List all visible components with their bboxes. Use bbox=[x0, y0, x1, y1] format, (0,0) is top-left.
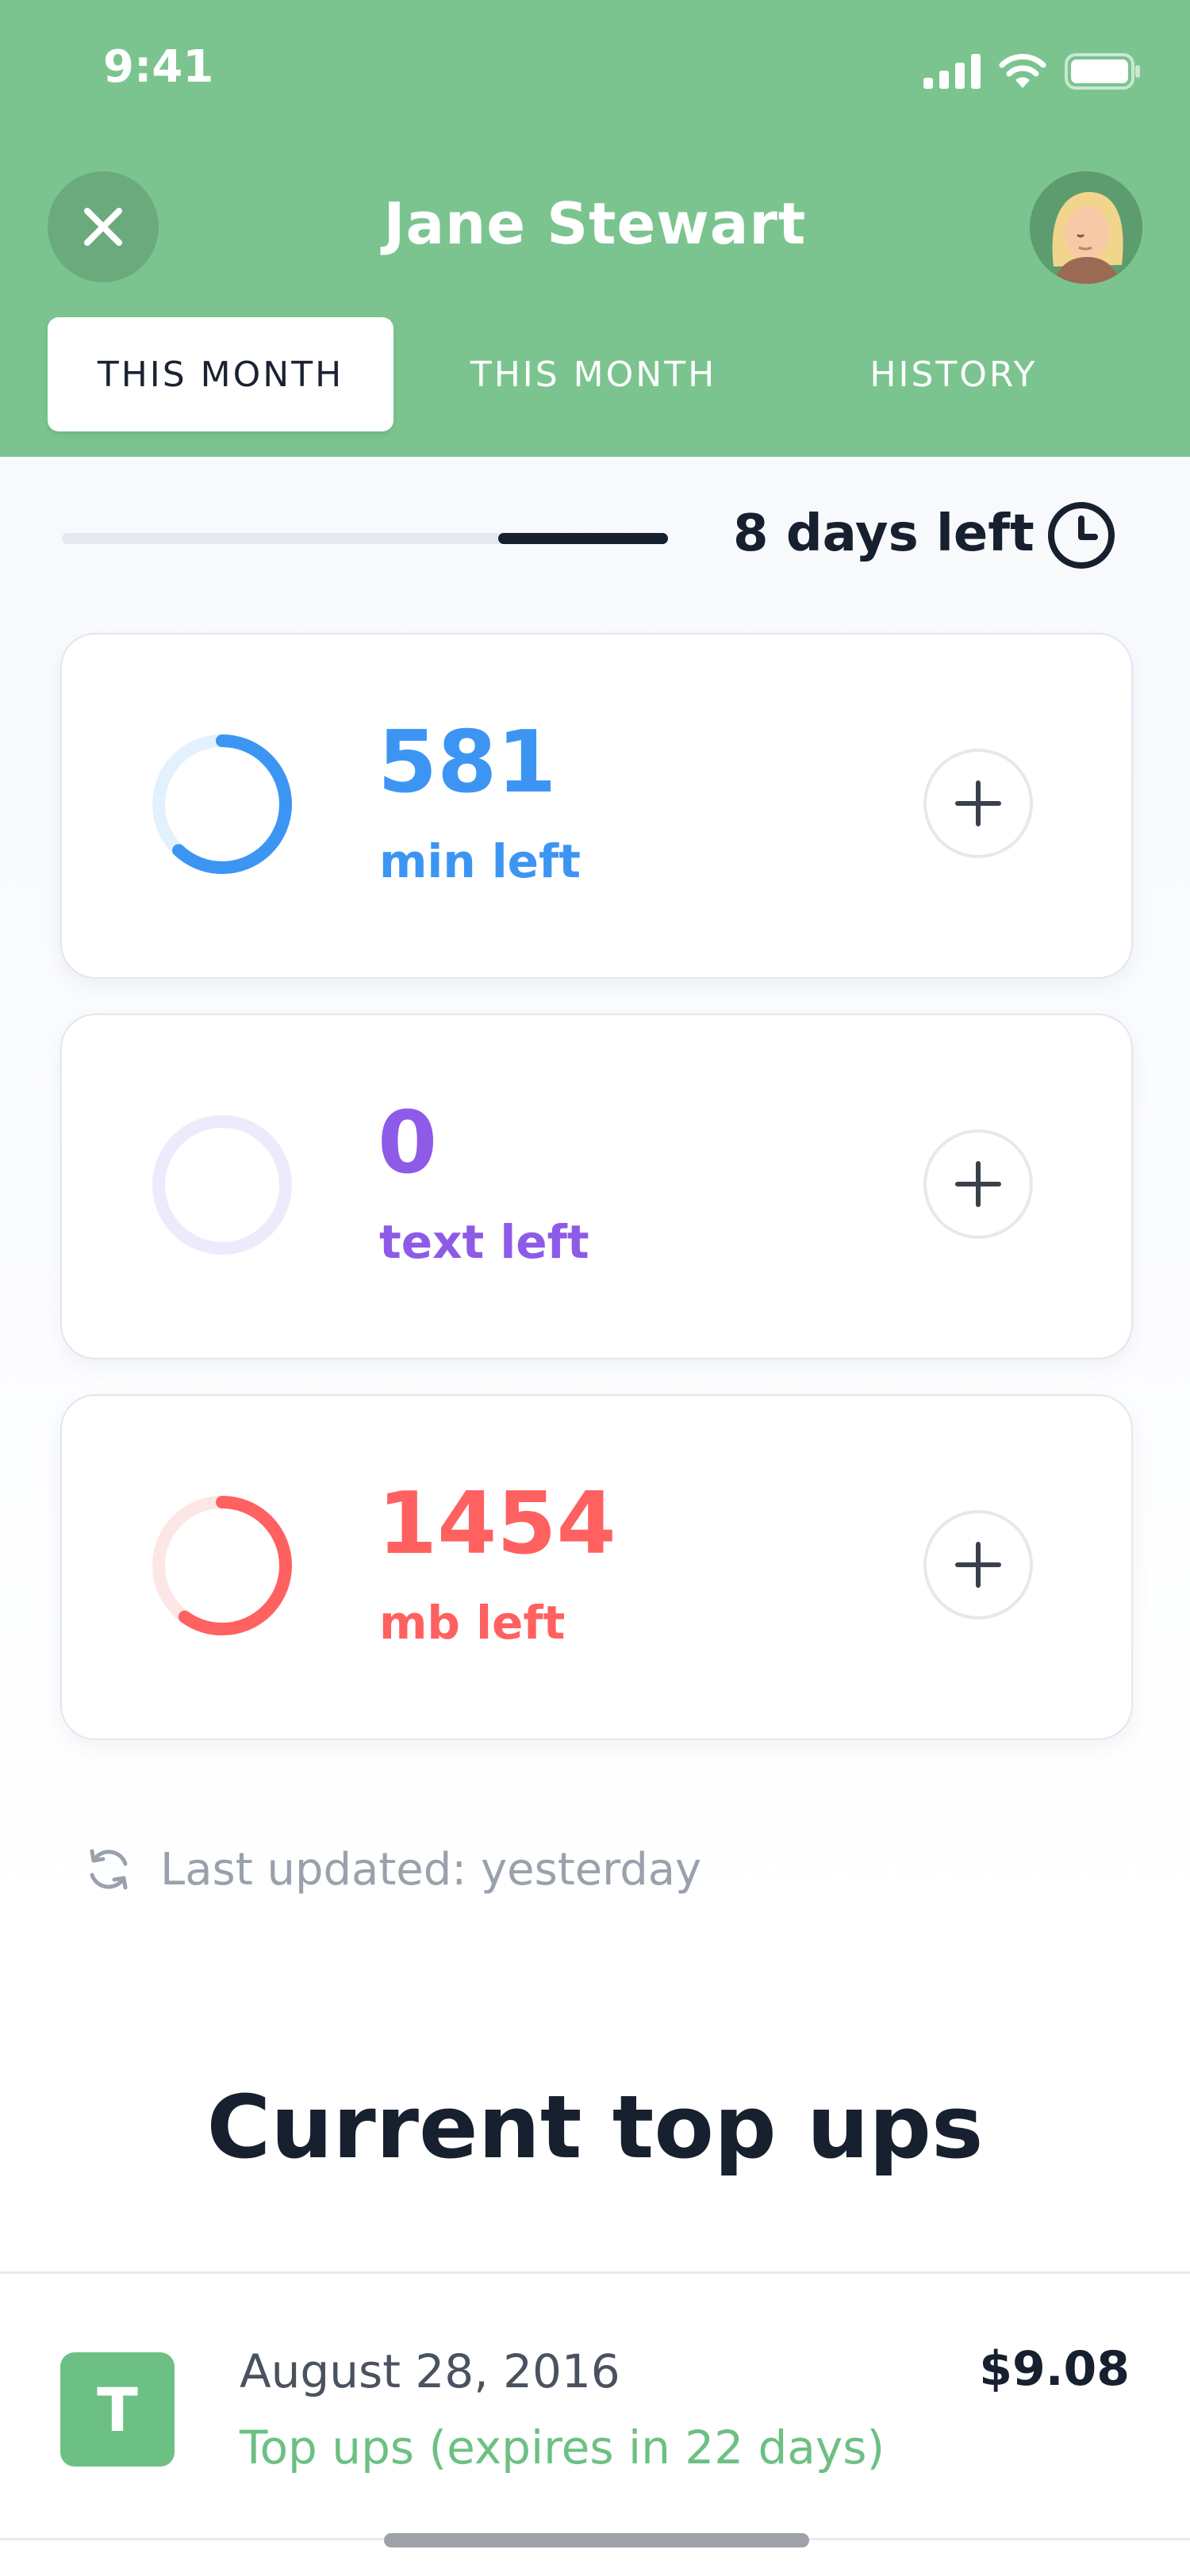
page-title: Jane Stewart bbox=[383, 190, 807, 257]
add-texts-button[interactable] bbox=[923, 1129, 1033, 1239]
usage-value: 0 bbox=[378, 1094, 438, 1193]
tab-history[interactable]: HISTORY bbox=[793, 317, 1114, 431]
usage-unit: mb left bbox=[379, 1596, 566, 1650]
status-icons bbox=[923, 49, 1141, 94]
add-minutes-button[interactable] bbox=[923, 749, 1033, 858]
add-data-button[interactable] bbox=[923, 1510, 1033, 1620]
clock-icon[interactable] bbox=[1046, 500, 1117, 571]
last-updated[interactable]: Last updated: yesterday bbox=[83, 1842, 701, 1897]
usage-card-data: 1454 mb left bbox=[60, 1394, 1133, 1740]
home-indicator[interactable] bbox=[384, 2533, 809, 2547]
tab-this-month-2[interactable]: THIS MONTH bbox=[417, 317, 770, 431]
period-progress-fill bbox=[498, 533, 668, 544]
usage-value: 581 bbox=[378, 713, 557, 812]
usage-ring-track bbox=[152, 1115, 292, 1255]
usage-unit: text left bbox=[379, 1215, 589, 1269]
last-updated-label: Last updated: yesterday bbox=[160, 1843, 702, 1896]
topup-description: Top ups (expires in 22 days) bbox=[240, 2421, 885, 2474]
tab-this-month[interactable]: THIS MONTH bbox=[48, 317, 393, 431]
signal-icon bbox=[923, 54, 981, 89]
topup-date: August 28, 2016 bbox=[240, 2344, 620, 2398]
period-progress-bar bbox=[62, 533, 668, 544]
usage-card-texts: 0 text left bbox=[60, 1014, 1133, 1359]
topup-price: $9.08 bbox=[979, 2341, 1130, 2397]
usage-ring bbox=[152, 1115, 292, 1255]
usage-ring bbox=[152, 734, 292, 874]
avatar-image bbox=[1030, 171, 1142, 284]
status-time: 9:41 bbox=[103, 41, 214, 93]
avatar[interactable] bbox=[1030, 171, 1142, 284]
section-title: Current top ups bbox=[206, 2076, 984, 2178]
plus-icon bbox=[955, 1542, 1001, 1588]
topup-badge: T bbox=[60, 2352, 175, 2467]
plus-icon bbox=[955, 780, 1001, 826]
plus-icon bbox=[955, 1161, 1001, 1207]
battery-icon bbox=[1065, 53, 1140, 90]
days-left-label: 8 days left bbox=[733, 504, 1035, 563]
divider bbox=[0, 2271, 1190, 2274]
wifi-icon bbox=[999, 53, 1046, 88]
usage-ring bbox=[152, 1496, 292, 1635]
usage-card-minutes: 581 min left bbox=[60, 633, 1133, 979]
header: 9:41 Jane Stewart THIS MONTH THIS MONTH … bbox=[0, 0, 1190, 457]
usage-unit: min left bbox=[379, 834, 581, 888]
refresh-icon bbox=[90, 1849, 128, 1890]
usage-value: 1454 bbox=[378, 1474, 616, 1574]
